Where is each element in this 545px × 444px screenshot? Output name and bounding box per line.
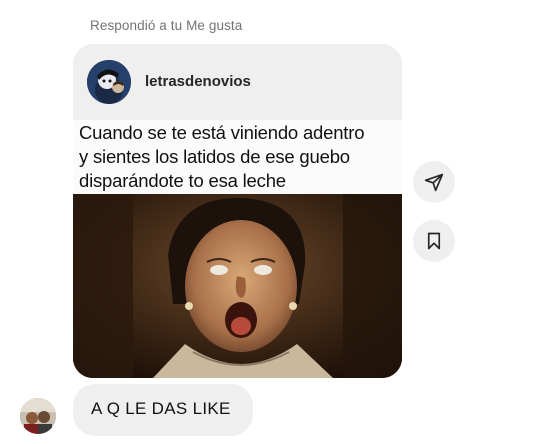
caption-line: Cuando se te está viniendo adentro	[79, 122, 365, 143]
message-bubble[interactable]: A Q LE DAS LIKE	[73, 384, 253, 436]
share-button[interactable]	[413, 161, 455, 203]
paper-plane-icon	[424, 173, 444, 192]
meme-caption: Cuando se te está viniendo adentro y sie…	[73, 120, 402, 194]
bookmark-icon	[427, 232, 441, 250]
meme-photo	[73, 194, 402, 378]
post-author-username[interactable]: letrasdenovios	[145, 73, 251, 90]
message-text: A Q LE DAS LIKE	[91, 399, 231, 418]
post-media[interactable]: Cuando se te está viniendo adentro y sie…	[73, 120, 402, 378]
caption-line: y sientes los latidos de ese guebo	[79, 146, 350, 167]
shared-post-card[interactable]: letrasdenovios Cuando se te está viniend…	[73, 44, 402, 378]
post-header[interactable]: letrasdenovios	[73, 44, 402, 120]
sender-avatar[interactable]	[20, 398, 56, 434]
reply-context-label: Respondió a tu Me gusta	[90, 18, 243, 33]
save-button[interactable]	[413, 220, 455, 262]
caption-line: disparándote to esa leche	[79, 170, 286, 191]
post-author-avatar[interactable]	[87, 60, 131, 104]
